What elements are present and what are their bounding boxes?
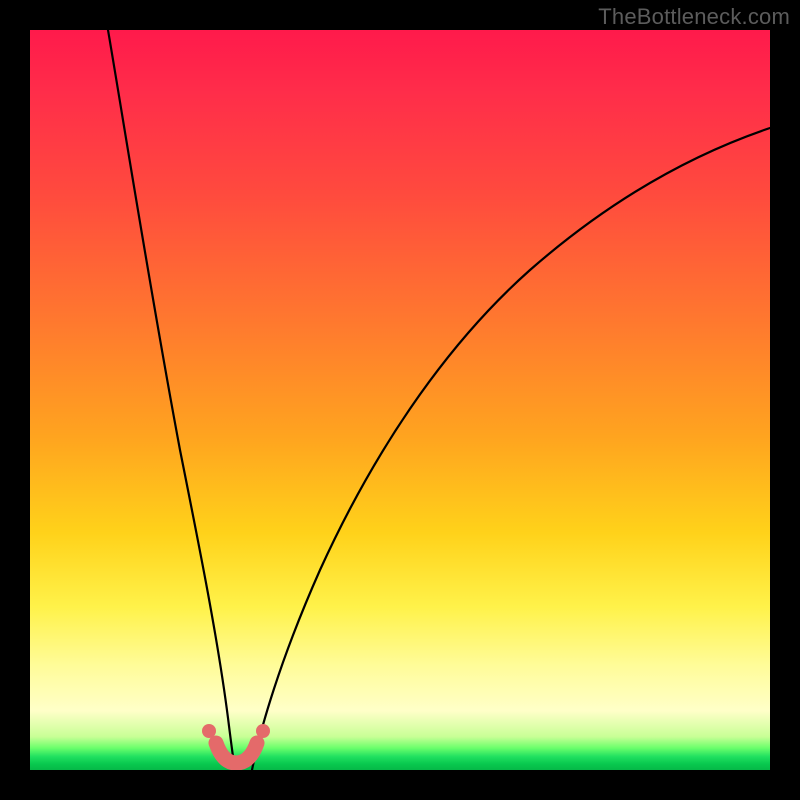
valley-marker-group [202,724,270,763]
chart-frame: TheBottleneck.com [0,0,800,800]
watermark-text: TheBottleneck.com [598,4,790,30]
curve-left-branch [108,30,235,770]
curve-right-branch [252,128,770,770]
valley-u-stroke [216,743,257,763]
chart-svg [30,30,770,770]
